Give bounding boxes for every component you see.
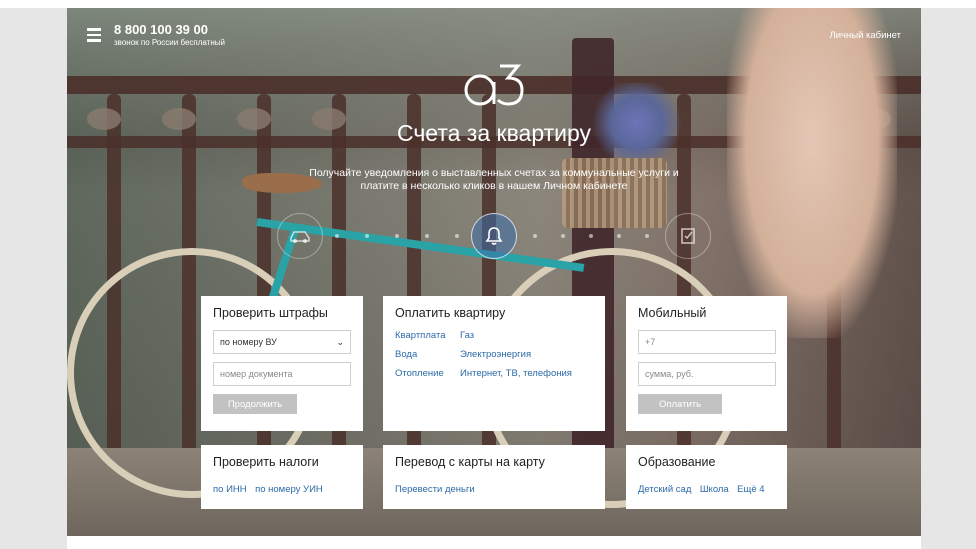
background-person [727, 8, 897, 338]
amount-input[interactable]: сумма, руб. [638, 362, 776, 386]
top-strip [0, 0, 976, 8]
card-title: Перевод с карты на карту [395, 455, 545, 469]
continue-button[interactable]: Продолжить [213, 394, 297, 414]
link-transfer-money[interactable]: Перевести деньги [395, 484, 475, 495]
hero-title: Счета за квартиру [396, 120, 592, 146]
content-below [67, 536, 921, 549]
hero-subtitle-line: Получайте уведомления о выставленных сче… [309, 167, 679, 179]
pay-button[interactable]: Оплатить [638, 394, 722, 414]
link-more[interactable]: Ещё 4 [737, 484, 764, 495]
slider-dot [589, 234, 593, 238]
document-number-input[interactable]: номер документа [213, 362, 351, 386]
checklist-icon[interactable] [665, 213, 711, 259]
flat-links: Квартплата Газ Вода Электроэнергия Отопл… [395, 330, 593, 379]
link-school[interactable]: Школа [700, 484, 729, 495]
page: 8 800 100 39 00 звонок по России бесплат… [0, 0, 976, 549]
link-heating[interactable]: Отопление [395, 368, 460, 379]
select-value: по номеру ВУ [220, 337, 277, 347]
hero-subtitle-line: платите в несколько кликов в нашем Лично… [360, 180, 628, 192]
slider-dot [395, 234, 399, 238]
car-icon[interactable] [277, 213, 323, 259]
card-taxes: Проверить налоги по ИНН по номеру УИН [201, 445, 363, 509]
card-mobile: Мобильный +7 сумма, руб. Оплатить [626, 296, 787, 431]
a3-logo[interactable] [462, 60, 527, 108]
card-education: Образование Детский сад Школа Ещё 4 [626, 445, 787, 509]
fines-document-type-select[interactable]: по номеру ВУ ⌄ [213, 330, 351, 354]
slider-dot [645, 234, 649, 238]
link-by-uin[interactable]: по номеру УИН [255, 484, 323, 495]
link-gas[interactable]: Газ [460, 330, 600, 341]
hero-subtitle: Получайте уведомления о выставленных сче… [294, 167, 694, 193]
phone-number[interactable]: 8 800 100 39 00 [114, 22, 208, 37]
card-title: Оплатить квартиру [395, 306, 506, 320]
slider-dot [455, 234, 459, 238]
link-internet-tv-phone[interactable]: Интернет, ТВ, телефония [460, 368, 600, 379]
phone-caption: звонок по России бесплатный [114, 38, 225, 47]
card-transfer: Перевод с карты на карту Перевести деньг… [383, 445, 605, 509]
slider-dot [335, 234, 339, 238]
slider-dot [425, 234, 429, 238]
slider-dot [617, 234, 621, 238]
link-kvartplata[interactable]: Квартплата [395, 330, 460, 341]
link-by-inn[interactable]: по ИНН [213, 484, 247, 495]
phone-input[interactable]: +7 [638, 330, 776, 354]
link-water[interactable]: Вода [395, 349, 460, 360]
card-fines: Проверить штрафы по номеру ВУ ⌄ номер до… [201, 296, 363, 431]
hamburger-icon[interactable] [87, 28, 101, 42]
link-kindergarten[interactable]: Детский сад [638, 484, 691, 495]
slider-dot [365, 234, 369, 238]
bell-icon[interactable] [471, 213, 517, 259]
feature-slider [67, 213, 921, 263]
account-link[interactable]: Личный кабинет [830, 30, 901, 41]
card-pay-flat: Оплатить квартиру Квартплата Газ Вода Эл… [383, 296, 605, 431]
slider-dot [561, 234, 565, 238]
card-title: Мобильный [638, 306, 707, 320]
card-title: Проверить налоги [213, 455, 319, 469]
card-title: Проверить штрафы [213, 306, 328, 320]
chevron-down-icon: ⌄ [336, 336, 344, 347]
card-title: Образование [638, 455, 716, 469]
slider-dot [533, 234, 537, 238]
hero-banner: 8 800 100 39 00 звонок по России бесплат… [67, 8, 921, 536]
link-electricity[interactable]: Электроэнергия [460, 349, 600, 360]
